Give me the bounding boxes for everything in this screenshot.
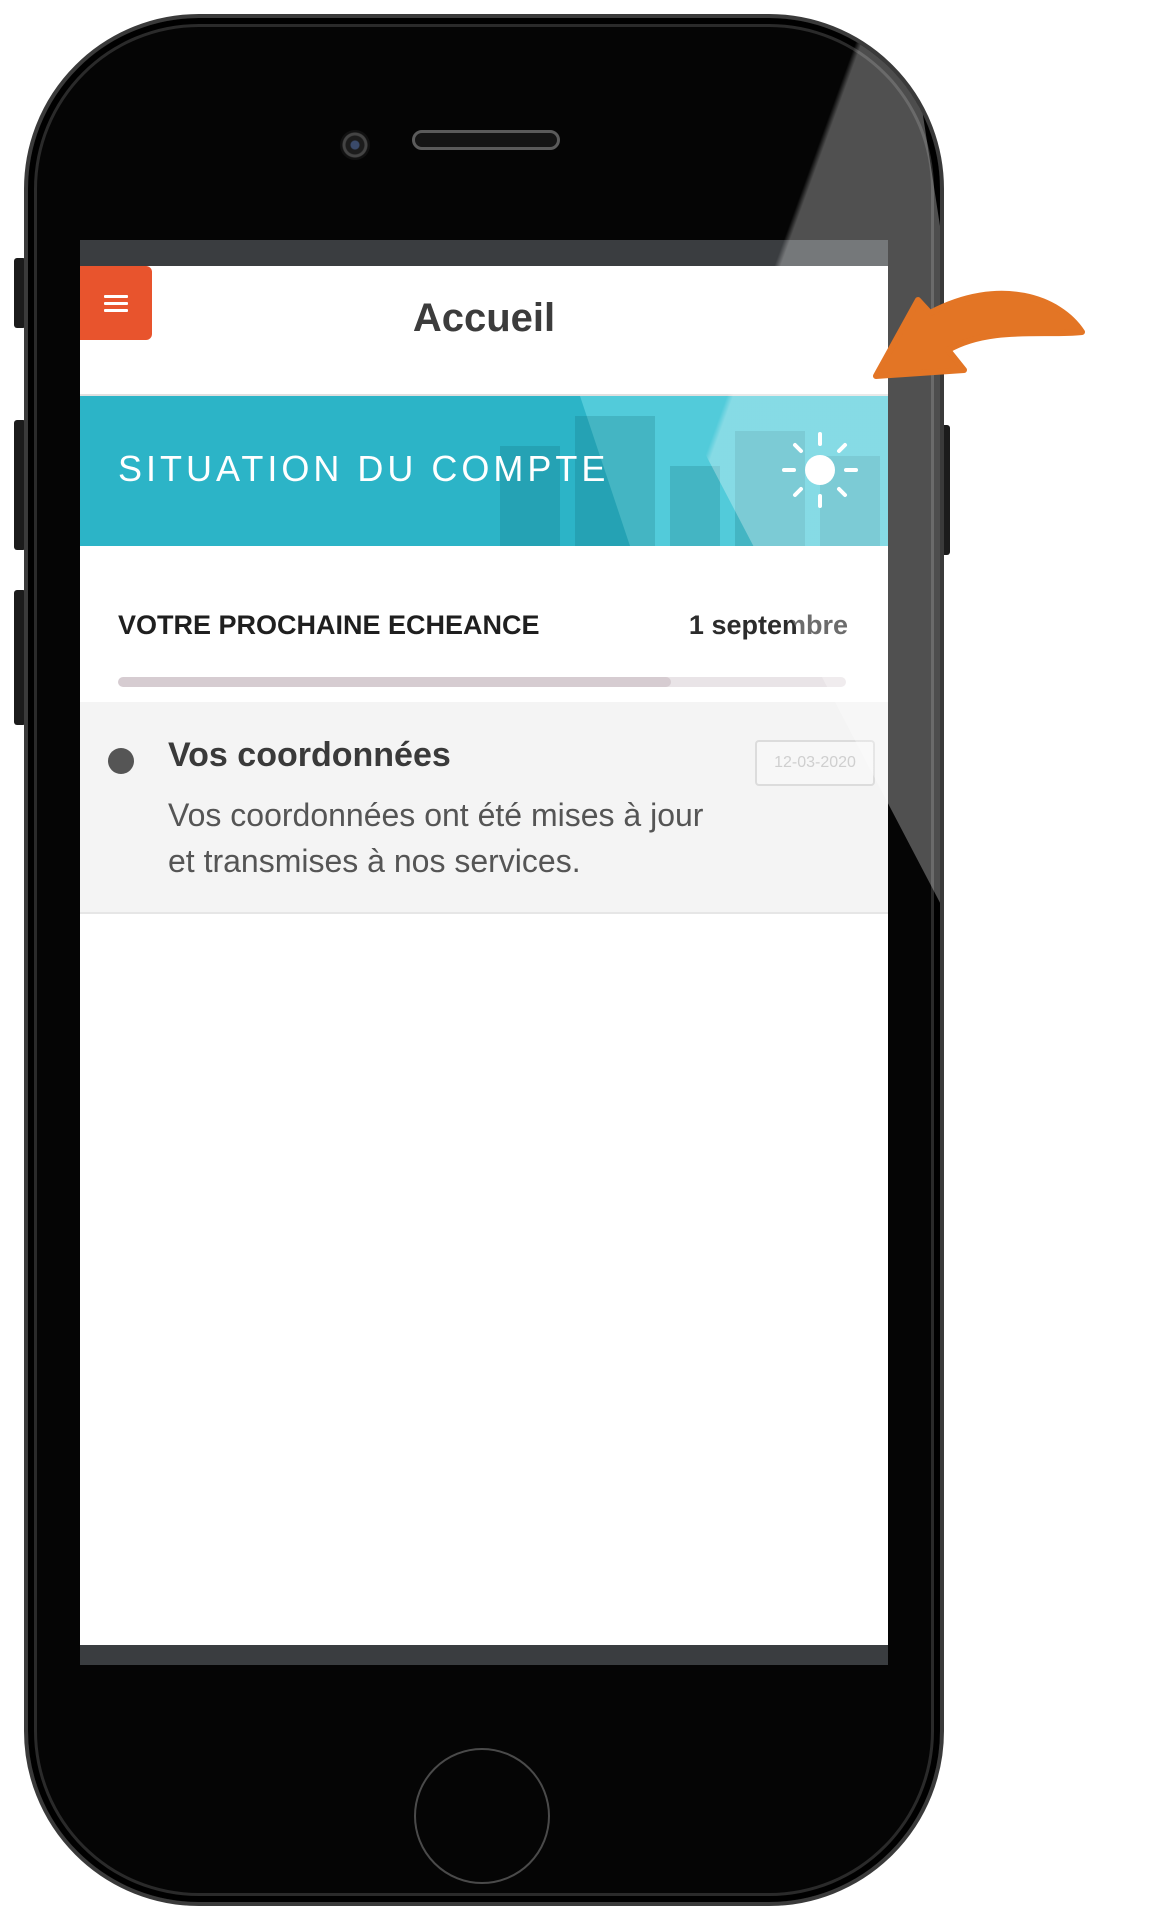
next-due-date: 1 septembre: [688, 610, 848, 640]
activity-title: Vos coordonnées: [168, 736, 451, 774]
next-due-label: VOTRE PROCHAINE ECHEANCE: [118, 610, 540, 640]
menu-button[interactable]: [80, 266, 152, 340]
home-button[interactable]: [414, 1748, 550, 1884]
earpiece-speaker: [412, 130, 560, 150]
due-progress-fill: [118, 677, 672, 687]
status-bar: [80, 240, 888, 266]
due-progress-bar: [118, 677, 846, 687]
curved-arrow-icon: [873, 290, 1085, 379]
activity-description: Vos coordonnées ont été mises à jour et …: [168, 797, 704, 879]
account-status-banner[interactable]: SITUATION DU COMPTE: [80, 396, 888, 546]
sun-icon[interactable]: [780, 430, 860, 510]
page-title: Accueil: [412, 296, 556, 340]
front-camera: [340, 130, 370, 160]
app-screen: Accueil SITUATION DU COMPTE VOTRE PROCHA…: [80, 240, 888, 1665]
app-header: Accueil: [80, 266, 888, 396]
bullet-dot-icon: [108, 748, 134, 774]
activity-date-badge: 12-03-2020: [755, 740, 875, 786]
banner-title: SITUATION DU COMPTE: [118, 448, 610, 489]
screen-bottom-edge: [80, 1645, 888, 1665]
hamburger-icon: [104, 291, 128, 316]
phone-frame: Accueil SITUATION DU COMPTE VOTRE PROCHA…: [24, 14, 944, 1906]
list-item[interactable]: Vos coordonnées Vos coordonnées ont été …: [80, 702, 888, 914]
